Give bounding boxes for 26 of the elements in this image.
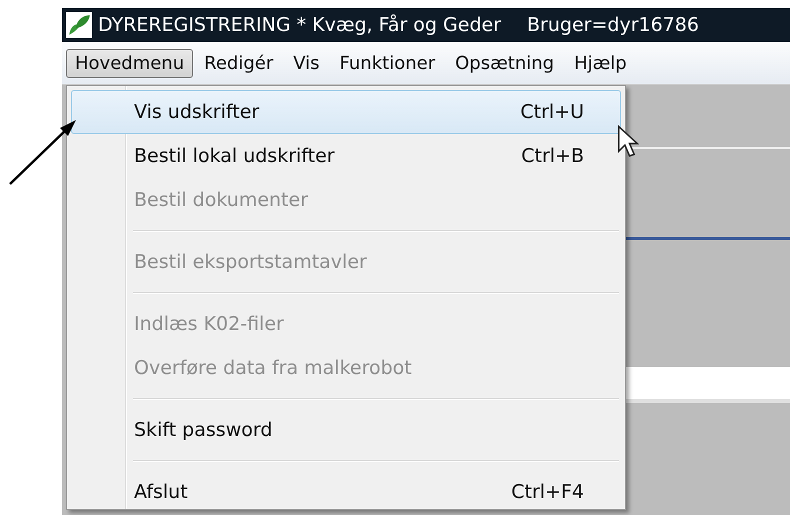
option-label: Bestil eksportstamtavler [134,251,367,273]
shortcut-label: Ctrl+U [520,101,584,123]
option-label: Bestil dokumenter [134,189,308,211]
menu-item[interactable]: Opsætning [446,48,564,78]
leaf-icon [66,12,92,38]
menu-item[interactable]: Hjælp [565,48,636,78]
menu-item[interactable]: Vis [284,48,329,78]
menu-option[interactable]: Bestil lokal udskrifter Ctrl+B [71,134,621,178]
menu-item[interactable]: Redigér [195,48,282,78]
option-label: Indlæs K02-filer [134,313,284,335]
shortcut-label: Ctrl+B [521,145,584,167]
menu-option[interactable]: Vis udskrifter Ctrl+U [71,90,621,134]
menu-item[interactable]: Hovedmenu [66,48,194,78]
option-label: Overføre data fra malkerobot [134,357,412,379]
mouse-pointer-icon [617,125,639,159]
menu-item[interactable]: Funktioner [330,48,444,78]
annotation-arrow [8,118,78,186]
option-label: Skift password [134,419,272,441]
option-label: Afslut [134,481,188,503]
menu-option[interactable]: Afslut Ctrl+F4 [71,470,621,514]
option-label: Vis udskrifter [134,101,260,123]
window-title: DYREREGISTRERING * Kvæg, Får og Geder [98,14,502,36]
option-label: Bestil lokal udskrifter [134,145,335,167]
shortcut-label: Ctrl+F4 [511,481,584,503]
user-label: Bruger=dyr16786 [527,14,699,36]
menu-option[interactable]: Skift password [71,408,621,452]
